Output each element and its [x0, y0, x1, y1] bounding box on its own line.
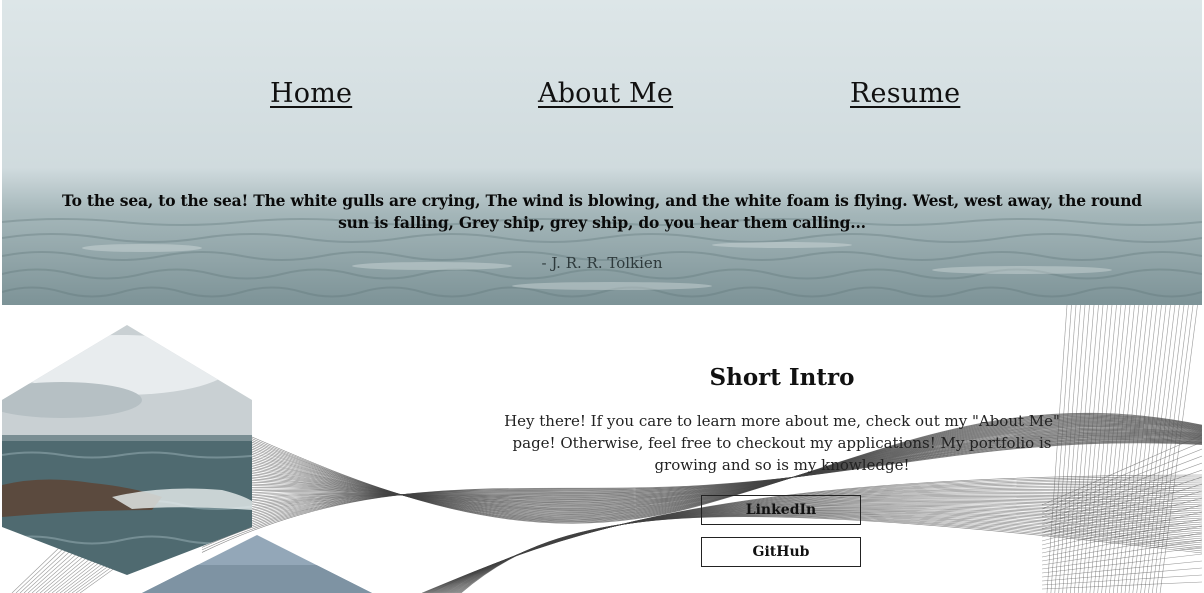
- nav-link-home[interactable]: Home: [270, 78, 352, 109]
- intro-section: Short Intro Hey there! If you care to le…: [2, 305, 1202, 593]
- quote-author: - J. R. R. Tolkien: [541, 254, 663, 272]
- hero-banner: Home About Me Resume To the sea, to the …: [2, 0, 1202, 305]
- github-button[interactable]: GitHub: [701, 537, 861, 567]
- nav-link-resume[interactable]: Resume: [850, 78, 960, 109]
- intro-text: Hey there! If you care to learn more abo…: [504, 412, 1060, 474]
- hero-quote: To the sea, to the sea! The white gulls …: [62, 191, 1142, 232]
- nav-link-about-me[interactable]: About Me: [538, 78, 673, 109]
- linkedin-button[interactable]: LinkedIn: [701, 495, 861, 525]
- intro-title: Short Intro: [709, 364, 855, 392]
- top-navigation: Home About Me Resume: [2, 0, 1202, 150]
